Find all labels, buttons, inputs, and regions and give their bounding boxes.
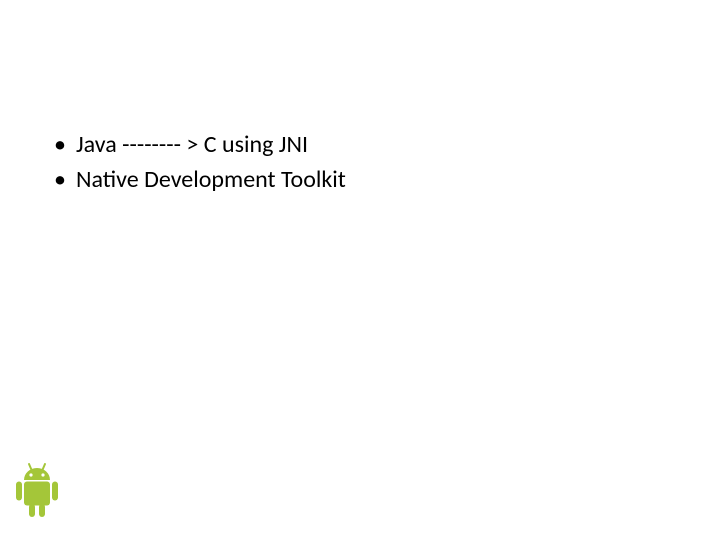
slide: Java -------- > C using JNI Native Devel… (0, 0, 720, 540)
bullet-item: Java -------- > C using JNI (48, 128, 672, 163)
bullet-text: Native Development Toolkit (76, 165, 346, 194)
bullet-item: Native Development Toolkit (48, 163, 672, 198)
bullet-text: Java -------- > C using JNI (76, 130, 308, 159)
slide-content: Java -------- > C using JNI Native Devel… (48, 128, 672, 198)
bullet-list: Java -------- > C using JNI Native Devel… (48, 128, 672, 198)
android-logo-icon (10, 461, 64, 528)
